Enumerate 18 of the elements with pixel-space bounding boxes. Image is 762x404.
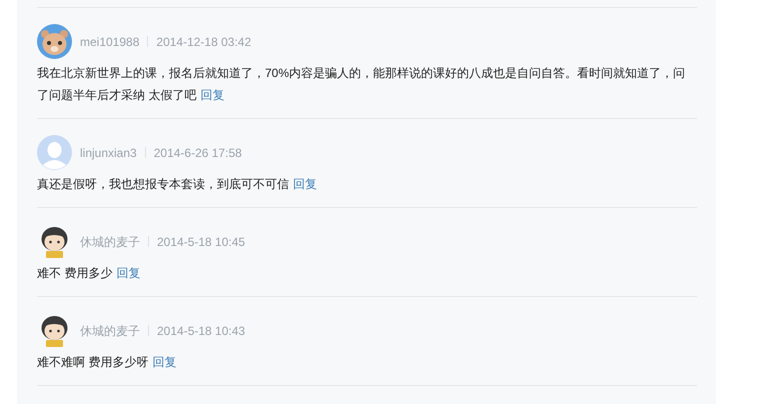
reply-link[interactable]: 回复 <box>116 266 140 280</box>
timestamp: 2014-5-18 10:45 <box>157 234 246 250</box>
comment-text: 我在北京新世界上的课，报名后就知道了，70%内容是骗人的，能那样说的课好的八成也是自问自答。看时间就知道了，问了问题半年后才采纳 太假了吧 回复 <box>37 65 686 104</box>
comment-text: 真还是假呀，我也想报专本套读，到底可不可信 回复 <box>37 176 318 193</box>
default-avatar-icon <box>37 135 72 170</box>
timestamp: 2014-12-18 03:42 <box>156 34 252 50</box>
reply-link[interactable]: 回复 <box>293 177 317 191</box>
username[interactable]: 休城的麦子 <box>80 232 140 250</box>
username[interactable]: 休城的麦子 <box>80 322 140 340</box>
reply-link[interactable]: 回复 <box>200 88 224 102</box>
comment-text: 难不 费用多少 回复 <box>37 265 142 282</box>
comment-text: 难不难啊 费用多少呀 回复 <box>37 354 178 371</box>
bear-avatar-icon <box>37 24 72 59</box>
reply-link[interactable]: 回复 <box>152 355 176 369</box>
username[interactable]: linjunxian3 <box>80 144 137 162</box>
username[interactable]: mei101988 <box>80 32 140 50</box>
timestamp: 2014-6-26 17:58 <box>154 144 242 162</box>
timestamp: 2014-5-18 10:43 <box>157 322 246 340</box>
